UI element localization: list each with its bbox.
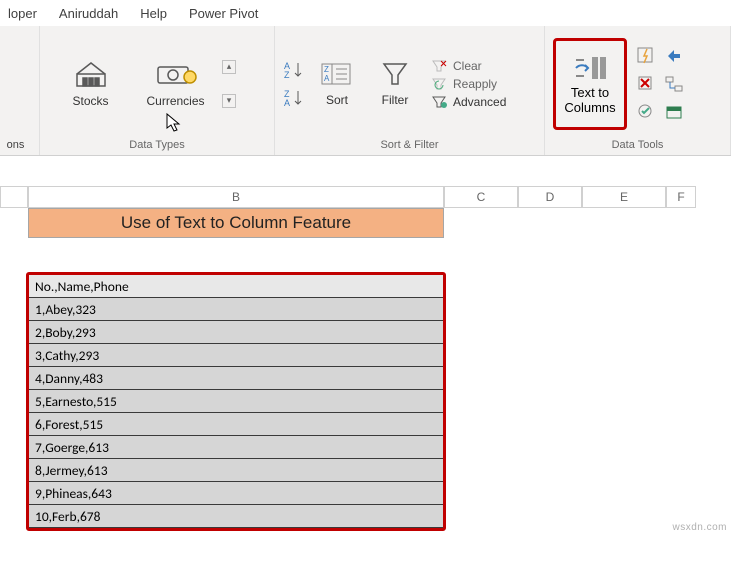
remove-duplicates-button[interactable] — [633, 71, 659, 97]
reapply-icon — [431, 77, 447, 91]
selected-data-range[interactable]: No.,Name,Phone 1,Abey,323 2,Boby,293 3,C… — [26, 272, 446, 531]
filter-label: Filter — [382, 94, 409, 107]
text-to-columns-label-2: Columns — [564, 100, 615, 115]
table-row[interactable]: 1,Abey,323 — [29, 298, 443, 321]
col-header-d[interactable]: D — [518, 186, 582, 208]
datatools-group-label: Data Tools — [553, 137, 722, 153]
advanced-icon — [431, 95, 447, 109]
consolidate-button[interactable] — [661, 43, 687, 69]
table-row[interactable]: No.,Name,Phone — [29, 275, 443, 298]
spreadsheet: B C D E F Use of Text to Column Feature … — [0, 156, 731, 531]
table-row[interactable]: 5,Earnesto,515 — [29, 390, 443, 413]
currencies-label: Currencies — [146, 95, 204, 108]
data-validation-button[interactable] — [633, 99, 659, 125]
text-to-columns-label-1: Text to — [571, 85, 609, 100]
manage-data-model-button[interactable] — [661, 99, 687, 125]
sort-icon: ZA — [320, 60, 354, 88]
svg-text:A: A — [324, 74, 330, 83]
menu-item-aniruddah[interactable]: Aniruddah — [59, 6, 118, 21]
select-all-corner[interactable] — [0, 186, 28, 208]
watermark: wsxdn.com — [672, 522, 727, 533]
sort-desc-button[interactable]: ZA — [283, 87, 307, 109]
sortfilter-group-label: Sort & Filter — [283, 137, 536, 153]
filter-icon — [380, 60, 410, 88]
col-header-e[interactable]: E — [582, 186, 666, 208]
sort-asc-button[interactable]: AZ — [283, 59, 307, 81]
column-headers: B C D E F — [0, 186, 731, 208]
text-to-columns-icon — [572, 53, 608, 83]
table-row[interactable]: 3,Cathy,293 — [29, 344, 443, 367]
menu-bar: loper Aniruddah Help Power Pivot — [0, 0, 731, 26]
reapply-filter-button[interactable]: Reapply — [431, 77, 506, 91]
reapply-label: Reapply — [453, 77, 497, 91]
col-header-c[interactable]: C — [444, 186, 518, 208]
col-header-b[interactable]: B — [28, 186, 444, 208]
col-header-f[interactable]: F — [666, 186, 696, 208]
svg-text:Z: Z — [324, 65, 329, 74]
datatypes-scroll-up[interactable]: ▴ — [222, 60, 236, 74]
sort-label: Sort — [326, 94, 348, 107]
ribbon: ons Stocks — [0, 26, 731, 156]
table-row[interactable]: 7,Goerge,613 — [29, 436, 443, 459]
menu-item-developer[interactable]: loper — [8, 6, 37, 21]
filter-button[interactable]: Filter — [367, 44, 423, 124]
table-row[interactable]: 9,Phineas,643 — [29, 482, 443, 505]
datatypes-group-label: Data Types — [48, 137, 266, 153]
currencies-icon — [154, 59, 198, 89]
table-row[interactable]: 10,Ferb,678 — [29, 505, 443, 528]
ribbon-group-datatools: Text to Columns Data Tools — [545, 26, 731, 155]
menu-item-help[interactable]: Help — [140, 6, 167, 21]
text-to-columns-button[interactable]: Text to Columns — [553, 38, 627, 130]
title-cell[interactable]: Use of Text to Column Feature — [28, 208, 444, 238]
addins-label: ons — [7, 139, 25, 151]
sort-button[interactable]: ZA Sort — [307, 44, 367, 124]
svg-text:Z: Z — [284, 70, 290, 80]
stocks-icon — [71, 59, 111, 89]
clear-filter-button[interactable]: Clear — [431, 59, 506, 73]
advanced-label: Advanced — [453, 95, 506, 109]
datatypes-more[interactable]: ▾ — [222, 94, 236, 108]
table-row[interactable]: 2,Boby,293 — [29, 321, 443, 344]
stocks-button[interactable]: Stocks — [48, 44, 133, 124]
advanced-filter-button[interactable]: Advanced — [431, 95, 506, 109]
clear-icon — [431, 59, 447, 73]
stocks-label: Stocks — [72, 95, 108, 108]
table-row[interactable]: 6,Forest,515 — [29, 413, 443, 436]
clear-label: Clear — [453, 59, 482, 73]
ribbon-group-addins: ons — [0, 26, 40, 155]
ribbon-group-sortfilter: AZ ZA ZA Sort Filter — [275, 26, 545, 155]
ribbon-group-datatypes: Stocks Currencies ▴ ▾ Data Types — [40, 26, 275, 155]
flash-fill-button[interactable] — [633, 43, 659, 69]
relationships-button[interactable] — [661, 71, 687, 97]
menu-item-powerpivot[interactable]: Power Pivot — [189, 6, 258, 21]
svg-text:A: A — [284, 98, 290, 108]
currencies-button[interactable]: Currencies — [133, 44, 218, 124]
table-row[interactable]: 4,Danny,483 — [29, 367, 443, 390]
table-row[interactable]: 8,Jermey,613 — [29, 459, 443, 482]
